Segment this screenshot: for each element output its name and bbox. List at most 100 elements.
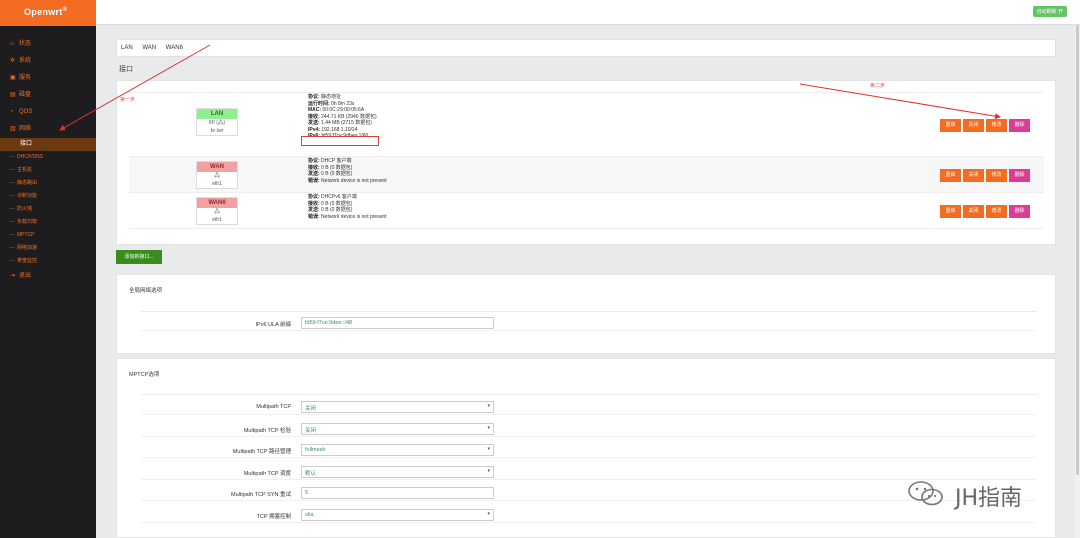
add-interface-button[interactable]: 添加新接口... xyxy=(116,250,162,264)
sidebar-subitem-label: 诊断功能 xyxy=(17,193,38,199)
home-icon: ⌂ xyxy=(10,41,14,47)
restart-button[interactable]: 重启 xyxy=(940,118,961,132)
stop-button[interactable]: 关闭 xyxy=(963,204,984,218)
tree-dash: --- xyxy=(10,258,15,264)
mptcp-select[interactable]: 关闭 ▾ xyxy=(301,422,494,435)
scrollbar-thumb[interactable] xyxy=(1076,25,1079,475)
sidebar-subitem[interactable]: --- MPTCP xyxy=(0,229,96,242)
status-value: 0 B (0 数据包) xyxy=(319,164,353,171)
delete-button[interactable]: 删除 xyxy=(1009,118,1030,132)
brand-logo[interactable]: Openwrt® xyxy=(0,0,96,26)
interface-actions: 重启 关闭 修改 删除 xyxy=(938,204,1030,218)
mptcp-field-label: Multipath TCP SYN 重试 xyxy=(230,492,291,498)
tree-dash: --- xyxy=(10,206,15,212)
sidebar-item[interactable]: ◔ QOS xyxy=(0,104,96,121)
sidebar-item-interfaces[interactable]: 接口 xyxy=(0,138,96,151)
sidebar-subitem[interactable]: --- 诊断功能 xyxy=(0,190,96,203)
interface-status: 协议: DHCP 客户端 接收: 0 B (0 数据包) 发送: 0 B (0 数据… xyxy=(308,158,387,184)
status-value: Network device is not present xyxy=(319,177,387,184)
interface-status: 协议: DHCPv6 客户端 接收: 0 B (0 数据包) 发送: 0 B (0 … xyxy=(308,194,387,220)
chevron-down-icon: ▾ xyxy=(487,424,490,431)
interface-name: LAN xyxy=(197,109,237,119)
status-key: 发送: xyxy=(308,207,320,213)
sidebar-subitem[interactable]: --- 主机名 xyxy=(0,164,96,177)
interface-actions: 重启 关闭 修改 删除 xyxy=(938,118,1030,132)
status-value: 0 B (0 数据包) xyxy=(319,207,353,213)
mptcp-input[interactable]: 5 xyxy=(301,487,494,499)
mptcp-select[interactable]: olia ▾ xyxy=(301,508,494,521)
auto-refresh-button[interactable]: 自动刷新 开 xyxy=(1032,6,1067,17)
stop-button[interactable]: 关闭 xyxy=(963,168,984,182)
mptcp-title: MPTCP选项 xyxy=(129,372,160,378)
status-value: 192.168.1.10/24 xyxy=(319,126,358,133)
chevron-down-icon: ▾ xyxy=(487,467,490,474)
interface-actions: 重启 关闭 修改 删除 xyxy=(938,168,1030,182)
tab-wan6[interactable]: WAN6 xyxy=(162,40,187,51)
sidebar-subitem-label: 带宽监控 xyxy=(17,258,38,264)
sidebar-item[interactable]: ▣ 服务 xyxy=(0,70,96,87)
sidebar-item[interactable]: ✲ 系统 xyxy=(0,53,96,70)
sidebar-subitem-label: 主机名 xyxy=(17,167,33,173)
qos-icon: ◔ xyxy=(10,109,14,115)
sidebar-subitem[interactable]: --- 网络加速 xyxy=(0,242,96,255)
global-options-title: 全局网络选项 xyxy=(129,288,163,294)
edit-button[interactable]: 修改 xyxy=(986,204,1007,218)
page-scrollbar[interactable] xyxy=(1075,25,1080,538)
network-port-icon: 🖧 xyxy=(214,173,220,179)
logout-icon: ⇥ xyxy=(10,273,16,279)
status-key: 接收: xyxy=(308,113,320,120)
status-key: 协议: xyxy=(308,194,320,200)
annotation-step2: 第二步 xyxy=(870,83,886,89)
tree-dash: --- xyxy=(10,219,15,225)
mptcp-panel: MPTCP选项 Multipath TCP 关闭 ▾ Multipath TCP 检验… xyxy=(116,358,1056,538)
status-key: 接收: xyxy=(308,200,320,207)
mptcp-field-label: TCP 拥塞控制 xyxy=(256,513,291,520)
interface-name: WAN xyxy=(197,162,237,172)
interfaces-table: LAN 8P (🖧) br-lan 协议: 静态地址 运行时间: 0h 8m 23s MA… xyxy=(120,92,1044,229)
status-key: 发送: xyxy=(308,120,320,126)
interface-row: WAN6 🖧 eth1 协议: DHCPv6 客户端 接收: 0 B (0 数据包) 发送… xyxy=(129,193,1044,229)
mptcp-field-label: Multipath TCP xyxy=(256,404,291,410)
network-port-icon: 8P (🖧) xyxy=(208,120,226,126)
stop-button[interactable]: 关闭 xyxy=(963,118,984,132)
delete-button[interactable]: 删除 xyxy=(1009,168,1030,182)
sidebar-item[interactable]: ▥ 网络 xyxy=(0,121,96,138)
watermark: JH指南 xyxy=(905,478,1055,511)
edit-button[interactable]: 修改 xyxy=(986,168,1007,182)
sidebar-item-logout[interactable]: ⇥ 退出 xyxy=(0,268,96,285)
ula-prefix-input[interactable]: fd59:f7ce:9dee::/48 xyxy=(301,317,494,329)
restart-button[interactable]: 重启 xyxy=(940,204,961,218)
sidebar-subitem-label: 网络加速 xyxy=(17,245,38,251)
tab-wan[interactable]: WAN xyxy=(138,40,160,51)
sidebar-subitem[interactable]: --- 带宽监控 xyxy=(0,255,96,268)
divider xyxy=(141,394,1037,395)
status-key: 发送: xyxy=(308,171,320,177)
mptcp-select[interactable]: fullmesh ▾ xyxy=(301,444,494,456)
edit-button[interactable]: 修改 xyxy=(986,118,1007,132)
sidebar-subitem-label: MPTCP xyxy=(17,232,35,238)
tree-dash: --- xyxy=(10,232,15,238)
network-port-icon: 🖧 xyxy=(214,209,220,215)
sidebar-subitem[interactable]: --- 防火墙 xyxy=(0,203,96,216)
annotation-step1: 第一步 xyxy=(120,97,136,103)
field-value: 默认 xyxy=(305,470,317,477)
sidebar-subitem[interactable]: --- 静态路由 xyxy=(0,177,96,190)
delete-button[interactable]: 删除 xyxy=(1009,204,1030,218)
sidebar-subitem[interactable]: --- 负载均衡 xyxy=(0,216,96,229)
restart-button[interactable]: 重启 xyxy=(940,168,961,182)
status-value: DHCP 客户端 xyxy=(319,158,352,164)
status-key: IPv4: xyxy=(308,126,320,133)
status-key: 错误: xyxy=(308,213,320,220)
sidebar-item-label: 系统 xyxy=(19,58,32,64)
sidebar: Openwrt® ⌂ 状态 ✲ 系统 ▣ 服务 ▤ 磁盘 ◔ QOS ▥ 网络 接口 --- DHCP/DN… xyxy=(0,0,96,538)
interface-device: br-lan xyxy=(210,128,224,134)
briefcase-icon: ▣ xyxy=(10,75,16,81)
mptcp-select[interactable]: 关闭 ▾ xyxy=(301,401,494,413)
tab-lan[interactable]: LAN xyxy=(117,40,137,51)
sidebar-subitem[interactable]: --- DHCP/DNS xyxy=(0,151,96,164)
mptcp-select[interactable]: 默认 ▾ xyxy=(301,465,494,478)
sidebar-item[interactable]: ⌂ 状态 xyxy=(0,36,96,53)
sidebar-item[interactable]: ▤ 磁盘 xyxy=(0,87,96,104)
ula-prefix-row: IPv6 ULA 前缀 fd59:f7ce:9dee::/48 xyxy=(141,317,1037,331)
tree-dash: --- xyxy=(10,193,15,199)
